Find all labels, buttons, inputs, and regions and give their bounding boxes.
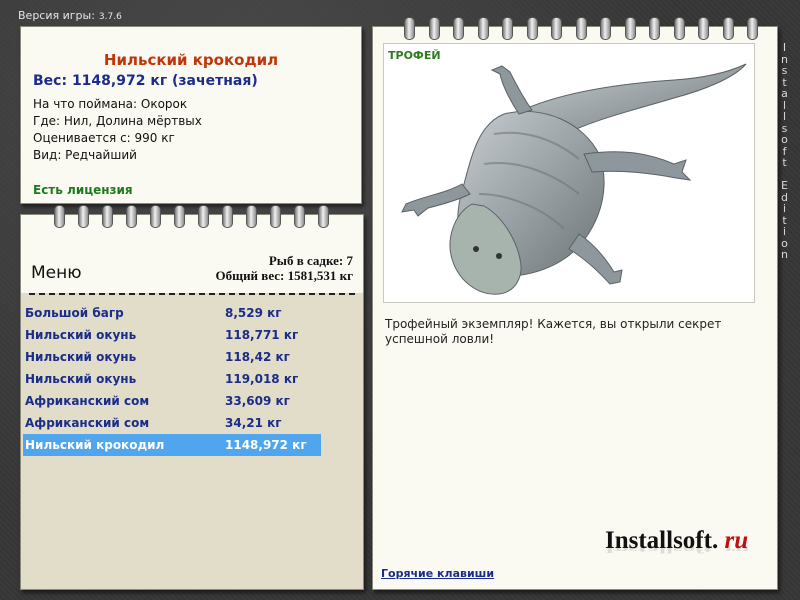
bait-text: На что поймана: Окорок [33, 97, 188, 111]
item-name: Африканский сом [25, 416, 150, 430]
binder-ring [600, 17, 611, 40]
item-weight: 118,771 кг [225, 328, 299, 342]
item-weight: 33,609 кг [225, 394, 290, 408]
item-weight: 119,018 кг [225, 372, 299, 386]
binder-ring [198, 205, 209, 228]
list-item[interactable]: Нильский окунь 119,018 кг [23, 368, 321, 390]
binder-ring [318, 205, 329, 228]
binder-ring [78, 205, 89, 228]
location-text: Где: Нил, Долина мёртвых [33, 114, 202, 128]
version-text: Версия игры: [18, 9, 95, 22]
fish-title: Нильский крокодил [103, 51, 279, 69]
item-name: Нильский окунь [25, 328, 137, 342]
binder-ring [698, 17, 709, 40]
version-label: Версия игры: 3.7.6 [18, 9, 122, 22]
binder-ring [270, 205, 281, 228]
trophy-panel: ТРОФЕЙ Трофейный экземпляр! Кажется, вы … [372, 26, 778, 590]
edition-letter: a [781, 87, 789, 100]
list-item[interactable]: Нильский окунь 118,42 кг [23, 346, 321, 368]
list-item[interactable]: Большой багр 8,529 кг [23, 302, 321, 324]
binder-ring [526, 17, 538, 40]
edition-letter: o [781, 133, 789, 146]
binder-ring [551, 17, 562, 40]
fish-info-panel: Нильский крокодил Вес: 1148,972 кг (заче… [20, 26, 362, 204]
edition-letter: n [781, 248, 789, 261]
item-weight: 8,529 кг [225, 306, 282, 320]
kind-text: Вид: Редчайший [33, 148, 137, 162]
list-item[interactable]: Африканский сом 34,21 кг [23, 412, 321, 434]
binder-ring [102, 205, 113, 228]
trophy-description: Трофейный экземпляр! Кажется, вы открыли… [385, 317, 722, 346]
license-status: Есть лицензия [33, 183, 133, 197]
binder-ring [54, 205, 65, 228]
edition-text: Installsoft Edition [778, 42, 792, 261]
item-name: Африканский сом [25, 394, 150, 408]
item-weight: 34,21 кг [225, 416, 282, 430]
item-weight: 1148,972 кг [225, 438, 307, 452]
edition-letter: t [782, 156, 788, 169]
binder-ring [404, 17, 415, 40]
catch-stats: Рыб в садке: 7 Общий вес: 1581,531 кг [215, 253, 353, 283]
fish-count: Рыб в садке: 7 [268, 253, 353, 268]
binder-ring [722, 17, 734, 40]
binder-ring [453, 17, 464, 40]
edition-letter: i [782, 202, 788, 215]
edition-letter: s [781, 64, 789, 77]
binder-ring [673, 17, 685, 40]
binder-ring [150, 205, 161, 228]
total-weight: Общий вес: 1581,531 кг [215, 268, 353, 283]
edition-letter: I [782, 41, 788, 54]
binder-ring [477, 17, 489, 40]
list-item[interactable]: Нильский окунь 118,771 кг [23, 324, 321, 346]
binder-ring [502, 17, 513, 40]
item-name: Большой багр [25, 306, 124, 320]
list-item-selected[interactable]: Нильский крокодил 1148,972 кг [23, 434, 321, 456]
edition-letter: l [782, 110, 788, 123]
logo-reflection: Installsoft. ru [605, 542, 750, 555]
binder-ring [428, 17, 440, 40]
binder-ring [747, 17, 758, 40]
binder-ring [575, 17, 587, 40]
binder-ring [624, 17, 636, 40]
fish-weight: Вес: 1148,972 кг (зачетная) [33, 73, 258, 89]
item-name: Нильский крокодил [25, 438, 165, 452]
edition-letter: i [782, 225, 788, 238]
menu-panel: Меню Рыб в садке: 7 Общий вес: 1581,531 … [20, 214, 364, 590]
menu-header[interactable]: Меню [31, 263, 82, 283]
edition-letter: E [781, 179, 789, 192]
version-number: 3.7.6 [98, 12, 122, 22]
binder-ring [222, 205, 233, 228]
hotkeys-link[interactable]: Горячие клавиши [381, 567, 494, 580]
item-weight: 118,42 кг [225, 350, 290, 364]
list-item[interactable]: Африканский сом 33,609 кг [23, 390, 321, 412]
binder-ring [649, 17, 660, 40]
divider [29, 293, 355, 295]
binder-ring [294, 205, 305, 228]
item-name: Нильский окунь [25, 372, 137, 386]
binder-ring [126, 205, 137, 228]
item-name: Нильский окунь [25, 350, 137, 364]
crocodile-image [401, 63, 747, 295]
rated-text: Оценивается с: 990 кг [33, 131, 175, 145]
trophy-image-frame: ТРОФЕЙ [383, 43, 755, 303]
binder-ring [174, 205, 185, 228]
trophy-tag: ТРОФЕЙ [388, 49, 441, 62]
binder-ring [246, 205, 257, 228]
